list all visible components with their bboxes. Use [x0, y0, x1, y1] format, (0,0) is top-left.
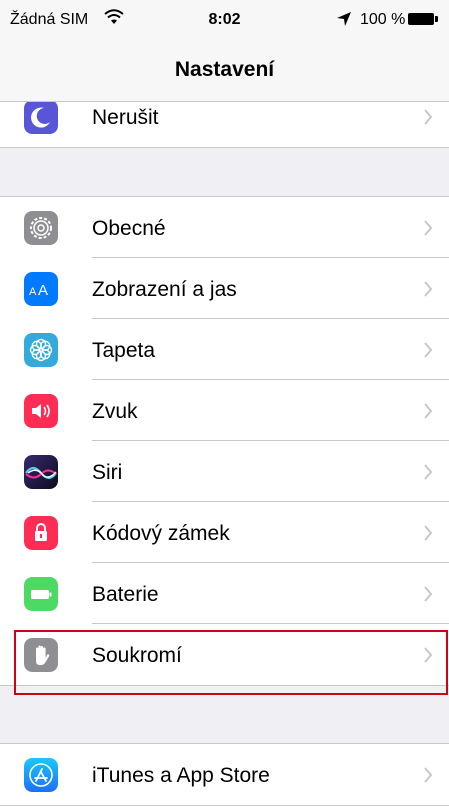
settings-row-siri[interactable]: Siri — [0, 441, 449, 502]
chevron-right-icon — [424, 109, 433, 125]
battery-percent: 100 % — [360, 11, 406, 28]
gear-icon — [24, 211, 58, 245]
settings-row-itunes-app-store[interactable]: iTunes a App Store — [0, 744, 449, 805]
svg-text:A: A — [38, 282, 48, 299]
settings-row-tapeta[interactable]: Tapeta — [0, 319, 449, 380]
flower-icon — [24, 333, 58, 367]
chevron-right-icon — [424, 403, 433, 419]
settings-group-general: Obecné A A Zobrazení a jas Tapeta Zvuk S… — [0, 196, 449, 686]
chevron-right-icon — [424, 220, 433, 236]
app-store-icon — [24, 758, 58, 792]
settings-row-label: Nerušit — [92, 106, 159, 129]
settings-row-label: Siri — [92, 461, 123, 484]
moon-icon — [24, 100, 58, 134]
settings-group-store: iTunes a App Store — [0, 743, 449, 806]
battery-icon — [408, 13, 434, 25]
settings-row-kodovy-zamek[interactable]: Kódový zámek — [0, 502, 449, 563]
top-bar: Žádná SIM 8:02 100 % Nastavení — [0, 0, 449, 102]
chevron-right-icon — [424, 586, 433, 602]
chevron-right-icon — [424, 767, 433, 783]
battery-tip — [435, 16, 438, 22]
chevron-right-icon — [424, 464, 433, 480]
chevron-right-icon — [424, 525, 433, 541]
text-size-icon: A A — [24, 272, 58, 306]
settings-row-zobrazeni[interactable]: A A Zobrazení a jas — [0, 258, 449, 319]
settings-row-zvuk[interactable]: Zvuk — [0, 380, 449, 441]
settings-row-obecne[interactable]: Obecné — [0, 197, 449, 258]
settings-row-label: Zvuk — [92, 400, 138, 423]
location-arrow-icon — [337, 12, 351, 26]
battery-icon — [24, 577, 58, 611]
settings-row-label: Obecné — [92, 217, 166, 240]
highlight-box — [14, 630, 448, 695]
chevron-right-icon — [424, 281, 433, 297]
settings-row-label: Zobrazení a jas — [92, 278, 237, 301]
siri-icon — [24, 455, 58, 489]
settings-row-label: Baterie — [92, 583, 159, 606]
settings-row-label: Kódový zámek — [92, 522, 230, 545]
settings-row-label: Tapeta — [92, 339, 156, 362]
settings-row-baterie[interactable]: Baterie — [0, 563, 449, 624]
speaker-icon — [24, 394, 58, 428]
settings-row-label: iTunes a App Store — [92, 764, 270, 787]
lock-icon — [24, 516, 58, 550]
page-title: Nastavení — [174, 58, 275, 81]
status-bar: Žádná SIM 8:02 100 % — [0, 0, 449, 40]
chevron-right-icon — [424, 342, 433, 358]
svg-text:A: A — [29, 286, 37, 298]
